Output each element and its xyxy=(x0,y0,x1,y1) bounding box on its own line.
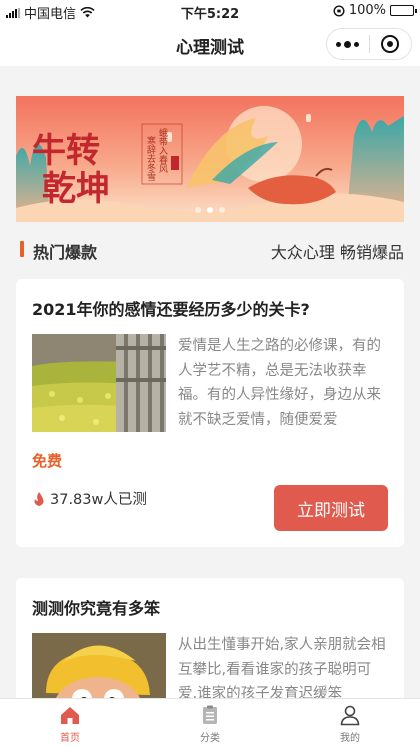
promo-banner[interactable]: 牛转 乾坤 蛾带入春风 寒辞去冬雪 xyxy=(16,96,404,222)
status-bar: 中国电信 下午5:22 100% xyxy=(0,0,420,22)
tab-label: 分类 xyxy=(200,733,220,744)
start-test-button[interactable]: 立即测试 xyxy=(274,485,388,531)
section-subtitle[interactable]: 大众心理 畅销爆品 xyxy=(271,239,404,263)
home-icon xyxy=(61,707,79,724)
battery-icon xyxy=(390,5,417,16)
tab-home[interactable]: 首页 xyxy=(0,699,140,747)
tested-count-text: 37.83w人已测 xyxy=(50,492,147,508)
close-circle-icon xyxy=(381,35,400,53)
banner-headline-line1: 牛转 xyxy=(32,131,100,171)
test-title: 测测你究竟有多笨 xyxy=(32,599,161,618)
test-card[interactable]: 2021年你的感情还要经历多少的关卡? 爱情是人生之路的必修课，有的人学艺不精，… xyxy=(16,279,404,547)
mini-program-capsule xyxy=(326,28,412,60)
user-icon xyxy=(340,705,360,726)
banner-dot[interactable] xyxy=(207,207,213,213)
tab-bar: 首页 分类 我的 xyxy=(0,698,420,747)
orientation-lock-icon xyxy=(333,4,345,17)
tab-category[interactable]: 分类 xyxy=(140,699,280,747)
section-title: 热门爆款 xyxy=(33,243,98,262)
section-accent-bar xyxy=(20,241,24,257)
test-thumbnail xyxy=(32,334,166,432)
status-right: 100% xyxy=(333,3,417,18)
banner-verse-line1: 蛾带入春风 xyxy=(157,127,168,174)
banner-illustration: 牛转 乾坤 蛾带入春风 寒辞去冬雪 xyxy=(16,96,404,222)
more-dot xyxy=(336,41,342,47)
clipboard-icon xyxy=(203,705,217,724)
tab-profile[interactable]: 我的 xyxy=(280,699,420,747)
banner-headline-line2: 乾坤 xyxy=(42,169,110,209)
test-title: 2021年你的感情还要经历多少的关卡? xyxy=(32,300,310,319)
tab-label: 首页 xyxy=(60,733,80,744)
banner-verse-line2: 寒辞去冬雪 xyxy=(145,135,156,182)
rapeseed-field-image xyxy=(32,334,166,432)
banner-pagination xyxy=(16,207,404,213)
banner-dot[interactable] xyxy=(195,207,201,213)
more-dot xyxy=(344,40,352,48)
fire-icon xyxy=(34,491,44,506)
more-dot xyxy=(354,41,360,47)
more-options-button[interactable] xyxy=(327,29,369,59)
navigation-bar: 心理测试 xyxy=(0,22,420,66)
price-label: 免费 xyxy=(32,452,63,470)
close-mini-program-button[interactable] xyxy=(370,29,412,59)
banner-seal xyxy=(171,156,179,170)
banner-dot[interactable] xyxy=(219,207,225,213)
battery-percent: 100% xyxy=(348,3,386,18)
tested-count: 37.83w人已测 xyxy=(32,488,147,509)
tab-label: 我的 xyxy=(340,733,360,744)
section-header: 热门爆款 大众心理 畅销爆品 xyxy=(16,238,404,262)
test-description: 爱情是人生之路的必修课，有的人学艺不精，总是无法收获幸福。有的人异性缘好，身边从… xyxy=(178,338,381,428)
